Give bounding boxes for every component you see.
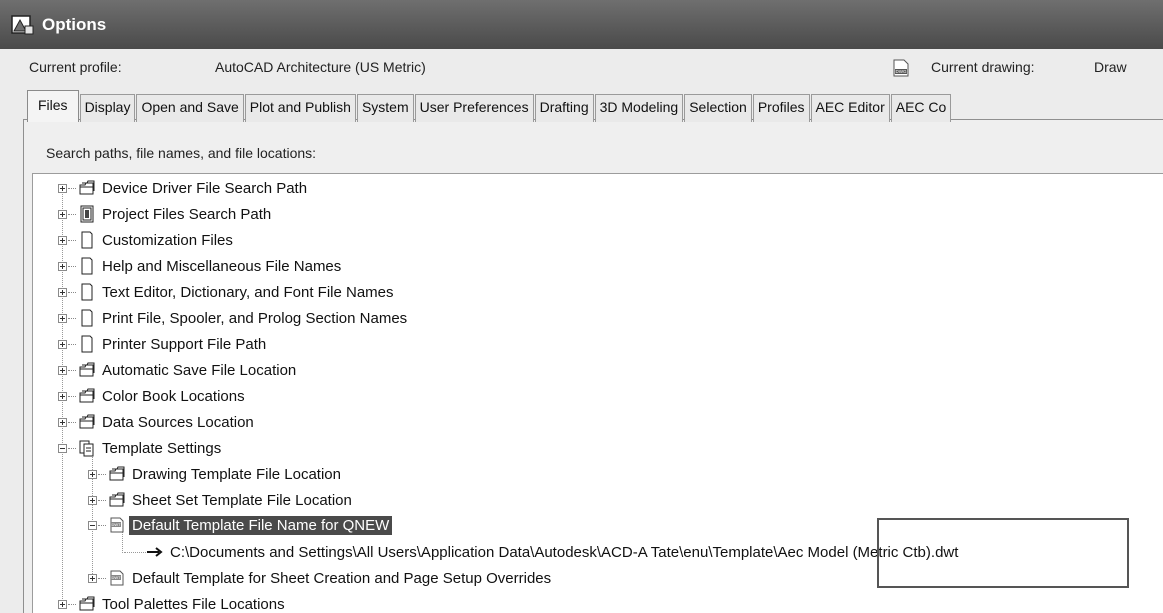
tree-node-label: Default Template File Name for QNEW <box>129 515 393 535</box>
tab-aec-co[interactable]: AEC Co <box>890 94 952 122</box>
tree-node-drawing-template-location[interactable]: Drawing Template File Location <box>88 461 341 487</box>
folder-stack-icon <box>79 414 95 429</box>
expand-button[interactable] <box>58 391 67 401</box>
title-bar: Options <box>0 0 1163 49</box>
dwt-file-icon: DWT <box>110 517 124 533</box>
collapse-button[interactable] <box>88 520 97 530</box>
tab-display[interactable]: Display <box>79 94 136 122</box>
dwg-file-icon: DWG <box>892 59 910 77</box>
expand-button[interactable] <box>58 339 67 349</box>
tree-node-label: Customization Files <box>102 231 233 249</box>
tab-files[interactable]: Files <box>27 90 79 122</box>
tab-open-and-save[interactable]: Open and Save <box>136 94 244 122</box>
template-settings-icon <box>79 440 94 457</box>
current-profile-value: AutoCAD Architecture (US Metric) <box>215 59 426 75</box>
tree-node-label: Sheet Set Template File Location <box>132 491 352 509</box>
svg-text:DWT: DWT <box>111 522 121 527</box>
tree-node-text-editor[interactable]: Text Editor, Dictionary, and Font File N… <box>58 279 394 305</box>
window-title: Options <box>42 14 107 34</box>
svg-text:DWG: DWG <box>896 69 907 74</box>
expand-button[interactable] <box>58 599 67 609</box>
tree-node-label: Help and Miscellaneous File Names <box>102 257 342 275</box>
tree-node-sheet-set-template[interactable]: Sheet Set Template File Location <box>88 487 352 513</box>
tab-strip: Files Display Open and Save Plot and Pub… <box>27 90 952 122</box>
section-label: Search paths, file names, and file locat… <box>46 145 317 161</box>
tree-node-label: Device Driver File Search Path <box>102 179 308 197</box>
tab-3d-modeling[interactable]: 3D Modeling <box>594 94 684 122</box>
tree-node-template-path[interactable]: C:\Documents and Settings\All Users\Appl… <box>146 539 958 565</box>
tree-node-project-files[interactable]: Project Files Search Path <box>58 201 271 227</box>
current-drawing-label: Current drawing: <box>931 59 1035 75</box>
tree-node-sheet-creation-template[interactable]: DWT Default Template for Sheet Creation … <box>88 565 551 591</box>
tree-node-label: Data Sources Location <box>102 413 254 431</box>
expand-button[interactable] <box>88 469 97 479</box>
expand-button[interactable] <box>58 417 67 427</box>
svg-text:DWT: DWT <box>111 575 121 580</box>
expand-button[interactable] <box>58 183 67 193</box>
tab-drafting[interactable]: Drafting <box>534 94 594 122</box>
tree-node-label: Default Template for Sheet Creation and … <box>132 569 552 587</box>
expand-button[interactable] <box>58 365 67 375</box>
tree-node-label: Automatic Save File Location <box>102 361 297 379</box>
folder-stack-icon <box>109 466 125 481</box>
tree-node-default-template-qnew[interactable]: DWT Default Template File Name for QNEW <box>88 512 393 538</box>
tree-node-print-file[interactable]: Print File, Spooler, and Prolog Section … <box>58 305 407 331</box>
tree-node-label: Project Files Search Path <box>102 205 272 223</box>
tree-node-tool-palettes[interactable]: Tool Palettes File Locations <box>58 591 285 613</box>
tab-aec-editor[interactable]: AEC Editor <box>810 94 890 122</box>
arrow-right-icon <box>147 547 163 557</box>
expand-button[interactable] <box>58 235 67 245</box>
document-icon <box>81 335 93 353</box>
expand-button[interactable] <box>88 573 97 583</box>
folder-stack-icon <box>79 180 95 195</box>
collapse-button[interactable] <box>58 443 67 453</box>
tab-profiles[interactable]: Profiles <box>752 94 810 122</box>
current-profile-label: Current profile: <box>29 59 122 75</box>
current-drawing-value: Draw <box>1094 59 1127 75</box>
tree-node-label: Template Settings <box>102 439 222 457</box>
tree-node-device-driver[interactable]: Device Driver File Search Path <box>58 175 307 201</box>
document-icon <box>81 283 93 301</box>
folder-stack-icon <box>109 492 125 507</box>
tree-node-label: Printer Support File Path <box>102 335 267 353</box>
tree-node-label: Color Book Locations <box>102 387 245 405</box>
template-path-value: C:\Documents and Settings\All Users\Appl… <box>170 543 959 561</box>
tab-user-preferences[interactable]: User Preferences <box>414 94 534 122</box>
profile-row: Current profile: AutoCAD Architecture (U… <box>0 55 1163 81</box>
tab-plot-and-publish[interactable]: Plot and Publish <box>244 94 356 122</box>
folder-stack-icon <box>79 596 95 611</box>
project-file-icon <box>80 205 94 223</box>
tree-connector <box>124 552 146 553</box>
tree-node-customization[interactable]: Customization Files <box>58 227 233 253</box>
tree-node-template-settings[interactable]: Template Settings <box>58 435 221 461</box>
tree-node-label: Tool Palettes File Locations <box>102 595 285 613</box>
tree-node-label: Text Editor, Dictionary, and Font File N… <box>102 283 394 301</box>
document-icon <box>81 309 93 327</box>
folder-stack-icon <box>79 362 95 377</box>
folder-stack-icon <box>79 388 95 403</box>
tab-system[interactable]: System <box>356 94 414 122</box>
document-icon <box>81 231 93 249</box>
expand-button[interactable] <box>58 261 67 271</box>
dwt-file-icon: DWT <box>110 570 124 586</box>
tree-node-label: Drawing Template File Location <box>132 465 341 483</box>
tree-node-color-book[interactable]: Color Book Locations <box>58 383 245 409</box>
options-icon <box>10 13 36 37</box>
highlight-box <box>877 518 1129 588</box>
expand-button[interactable] <box>58 209 67 219</box>
tree-node-help[interactable]: Help and Miscellaneous File Names <box>58 253 341 279</box>
document-icon <box>81 257 93 275</box>
tab-selection[interactable]: Selection <box>684 94 752 122</box>
tree-node-automatic-save[interactable]: Automatic Save File Location <box>58 357 296 383</box>
expand-button[interactable] <box>58 313 67 323</box>
tree-node-label: Print File, Spooler, and Prolog Section … <box>102 309 408 327</box>
expand-button[interactable] <box>58 287 67 297</box>
tree-node-printer-support[interactable]: Printer Support File Path <box>58 331 266 357</box>
tree-node-data-sources[interactable]: Data Sources Location <box>58 409 254 435</box>
expand-button[interactable] <box>88 495 97 505</box>
